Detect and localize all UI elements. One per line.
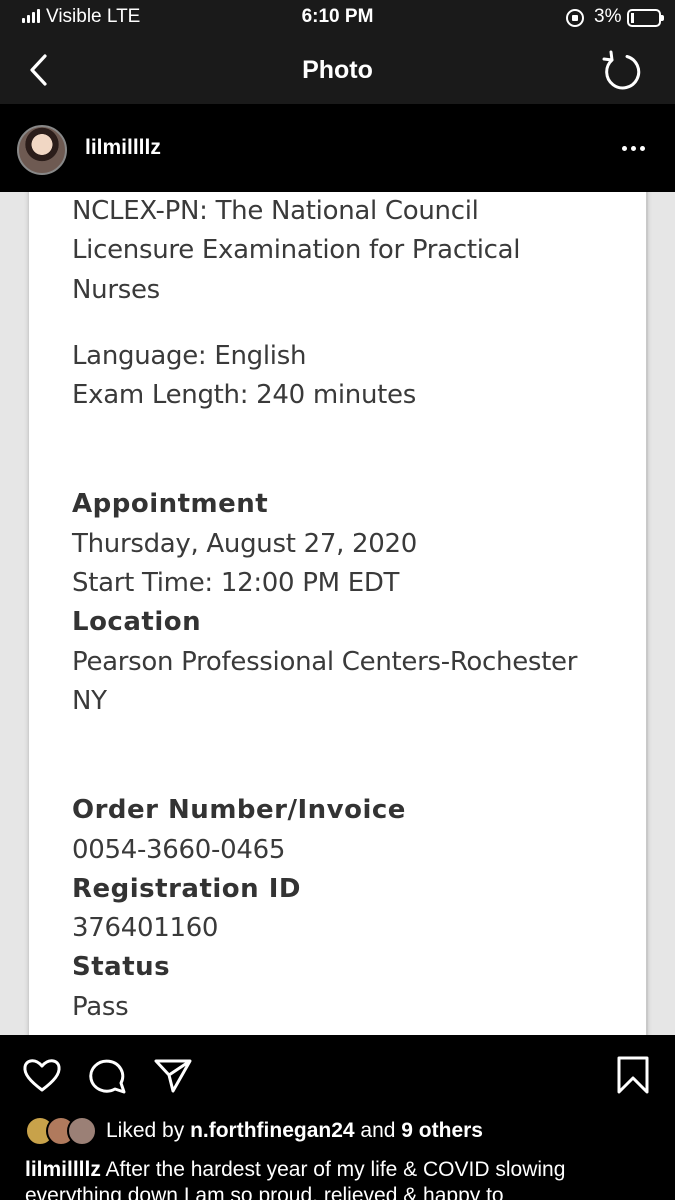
ellipsis-icon[interactable] [622, 146, 645, 151]
appointment-heading: Appointment [72, 489, 269, 520]
registration-heading: Registration ID [72, 873, 301, 904]
likes-text: Liked by n.forthfinegan24 and 9 others [106, 1119, 483, 1142]
liker-avatars [25, 1116, 97, 1146]
refresh-button[interactable] [598, 48, 644, 94]
status-heading: Status [72, 952, 171, 983]
status-value: Pass [72, 991, 129, 1022]
start-time: Start Time: 12:00 PM EDT [72, 568, 400, 599]
refresh-icon [602, 50, 641, 90]
appointment-date: Thursday, August 27, 2020 [72, 528, 417, 559]
battery-icon [627, 9, 664, 27]
rotation-lock-icon [566, 9, 584, 27]
language-line: Language: English [72, 340, 307, 371]
location-heading: Location [72, 607, 202, 638]
save-button[interactable] [613, 1055, 653, 1095]
post-caption: lilmillllz After the hardest year of my … [25, 1157, 665, 1200]
post-action-bar [0, 1035, 675, 1115]
others-link[interactable]: 9 others [401, 1119, 483, 1142]
location-line2: NY [72, 685, 107, 716]
caption-text: After the hardest year of my life & COVI… [25, 1158, 566, 1200]
liker-avatar [67, 1116, 97, 1146]
like-button[interactable] [22, 1055, 62, 1095]
exam-document: NCLEX-PN: The National Council Licensure… [72, 192, 642, 1027]
comment-icon [89, 1059, 126, 1094]
location-line1: Pearson Professional Centers-Rochester [72, 646, 578, 677]
post-username[interactable]: lilmillllz [85, 136, 161, 160]
nav-bar: Photo [0, 36, 675, 104]
comment-button[interactable] [88, 1055, 128, 1095]
battery-percent: 3% [594, 6, 622, 27]
post-header: lilmillllz [0, 104, 675, 192]
caption-username[interactable]: lilmillllz [25, 1158, 101, 1181]
exam-length-line: Exam Length: 240 minutes [72, 380, 416, 411]
post-photo[interactable]: NCLEX-PN: The National Council Licensure… [0, 192, 675, 1035]
heart-icon [23, 1059, 61, 1092]
registration-id: 376401160 [72, 913, 219, 944]
send-icon [154, 1059, 192, 1093]
order-heading: Order Number/Invoice [72, 795, 406, 826]
page-title: Photo [302, 56, 373, 84]
likes-row[interactable]: Liked by n.forthfinegan24 and 9 others [0, 1112, 675, 1150]
exam-name-line1: NCLEX-PN: The National Council [72, 196, 479, 226]
share-button[interactable] [153, 1055, 193, 1095]
bookmark-icon [617, 1056, 649, 1094]
liker-username[interactable]: n.forthfinegan24 [190, 1119, 355, 1142]
exam-name-line3: Nurses [72, 274, 160, 305]
status-bar: Visible LTE 6:10 PM 3% [0, 0, 675, 36]
avatar[interactable] [17, 125, 67, 175]
order-number: 0054-3660-0465 [72, 834, 286, 865]
exam-name-line2: Licensure Examination for Practical [72, 235, 521, 266]
